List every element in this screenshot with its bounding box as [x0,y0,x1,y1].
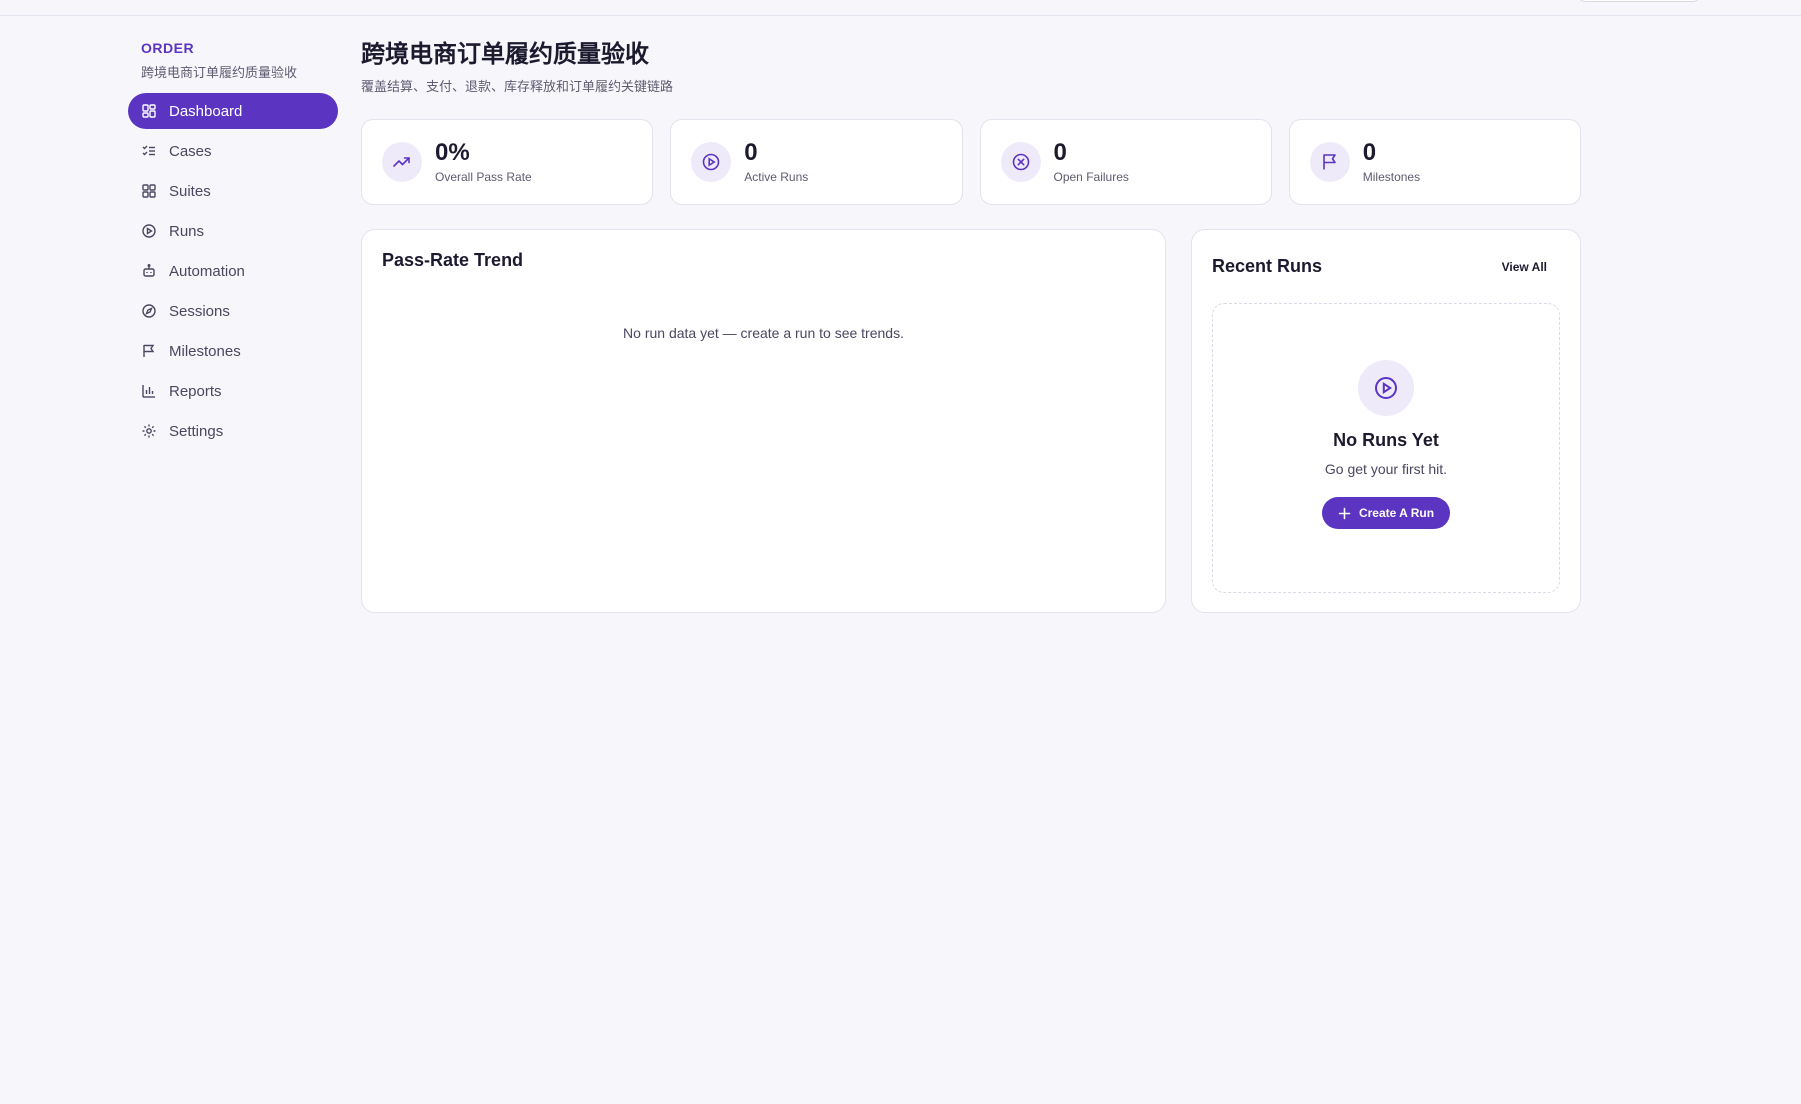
play-circle-icon [141,223,157,239]
play-circle-icon [1358,360,1414,416]
sidebar-item-milestones[interactable]: Milestones [128,333,338,369]
sidebar-item-label: Sessions [169,302,230,320]
top-bar [0,0,1801,16]
brand-name: ORDER [141,40,195,56]
sidebar-nav: Dashboard Cases Suites Runs Automation S… [128,93,338,449]
recent-runs-title: Recent Runs [1212,256,1323,276]
gear-icon [141,423,157,439]
pass-rate-trend-title: Pass-Rate Trend [382,250,524,270]
bar-chart-icon [141,383,157,399]
bot-icon [141,263,157,279]
sidebar-item-suites[interactable]: Suites [128,173,338,209]
create-run-label: Create A Run [1358,506,1435,520]
trend-empty-message: No run data yet — create a run to see tr… [623,325,904,341]
sidebar: ORDER 跨境电商订单履约质量验收 Dashboard Cases Suite… [128,40,338,453]
stat-card-pass-rate: 0% Overall Pass Rate [361,119,654,205]
stat-label: Active Runs [744,170,809,184]
flag-icon [141,343,157,359]
stat-card-active-runs: 0 Active Runs [670,119,963,205]
sidebar-item-automation[interactable]: Automation [128,253,338,289]
sidebar-item-label: Settings [169,422,224,440]
sidebar-item-dashboard[interactable]: Dashboard [128,93,338,129]
play-circle-icon [691,142,732,182]
brand-subtitle: 跨境电商订单履约质量验收 [141,65,298,80]
sidebar-item-label: Milestones [169,342,241,360]
sidebar-item-reports[interactable]: Reports [128,373,338,409]
stat-value: 0 [1053,139,1067,166]
stat-value: 0 [744,139,758,166]
stat-card-milestones: 0 Milestones [1288,119,1581,205]
sidebar-item-runs[interactable]: Runs [128,213,338,249]
brand: ORDER 跨境电商订单履约质量验收 [128,40,338,81]
sidebar-item-settings[interactable]: Settings [128,413,338,449]
panels-row: Pass-Rate Trend No run data yet — create… [361,229,1581,613]
stat-label: Milestones [1362,170,1421,184]
grid-icon [141,183,157,199]
empty-state-subtitle: Go get your first hit. [1324,461,1448,477]
recent-runs-card: Recent Runs View All No Runs Yet Go get … [1191,229,1581,613]
plus-icon [1338,507,1351,519]
sidebar-item-label: Runs [169,222,205,240]
view-all-link[interactable]: View All [1502,260,1547,274]
trending-up-icon [382,142,422,182]
stat-value: 0 [1362,139,1377,166]
sidebar-item-sessions[interactable]: Sessions [128,293,338,329]
sidebar-item-label: Reports [169,382,222,400]
sidebar-item-cases[interactable]: Cases [128,133,338,169]
top-bar-control[interactable] [1578,0,1700,2]
stat-value: 0% [435,139,470,166]
recent-runs-header: Recent Runs View All [1212,256,1560,277]
stat-card-open-failures: 0 Open Failures [979,119,1272,205]
checklist-icon [141,143,157,159]
sidebar-item-label: Automation [169,262,245,280]
sidebar-item-label: Cases [169,142,212,160]
sidebar-item-label: Dashboard [169,102,243,120]
page-title: 跨境电商订单履约质量验收 [361,41,649,68]
empty-state-title: No Runs Yet [1333,430,1439,450]
recent-runs-empty-state: No Runs Yet Go get your first hit. Creat… [1212,303,1560,593]
dashboard-icon [141,103,157,119]
x-circle-icon [1000,142,1041,182]
page-subtitle: 覆盖结算、支付、退款、库存释放和订单履约关键链路 [361,79,674,94]
main-content: 跨境电商订单履约质量验收 覆盖结算、支付、退款、库存释放和订单履约关键链路 0%… [361,40,1581,613]
stat-label: Overall Pass Rate [435,170,532,184]
pass-rate-trend-card: Pass-Rate Trend No run data yet — create… [361,229,1166,613]
sidebar-item-label: Suites [169,182,211,200]
compass-icon [141,303,157,319]
create-run-button[interactable]: Create A Run [1321,497,1451,529]
stat-label: Open Failures [1053,170,1129,184]
flag-icon [1309,142,1350,182]
stats-row: 0% Overall Pass Rate 0 Active Runs 0 Ope… [361,119,1581,205]
